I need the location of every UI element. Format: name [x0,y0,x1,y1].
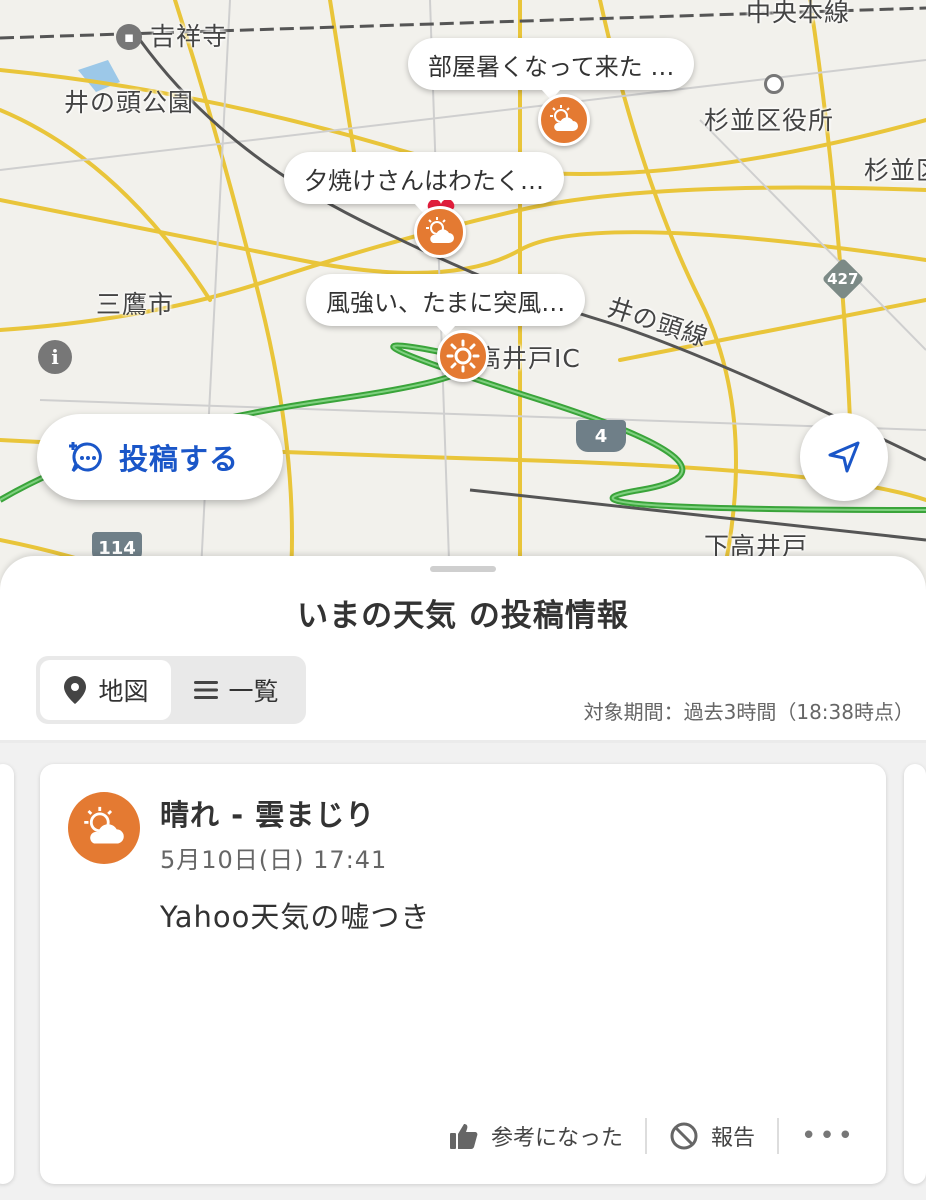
sun-cloud-icon [84,806,124,844]
weather-pin-sunny-cloudy[interactable] [538,94,590,146]
place-marker [764,74,784,94]
list-icon [194,681,219,699]
post-bubble-3[interactable]: 風強い、たまに突風… [306,274,586,326]
map-label-takaido-ic: 高井戸IC [476,344,581,373]
more-options-button[interactable]: ••• [801,1121,856,1151]
map-label-mitaka: 三鷹市 [96,290,175,319]
next-card-peek[interactable] [904,764,926,1184]
report-button[interactable]: 報告 [669,1120,755,1152]
action-separator [776,1118,779,1154]
current-location-button[interactable] [800,413,888,501]
tab-map[interactable]: 地図 [40,660,171,720]
map-label-chuo-line: 中央本線 [746,0,851,27]
sun-cloud-icon [550,105,578,131]
map-label-suginami: 杉並区 [864,156,926,185]
info-icon[interactable]: i [38,340,72,374]
weather-avatar [68,792,140,864]
map-pin-icon [64,676,87,704]
report-label: 報告 [710,1126,755,1151]
post-bubble-2[interactable]: 夕焼けさんはわたく… [284,152,564,204]
route-4-shield: 4 [576,420,626,452]
map-label-inokashira-park: 井の頭公園 [64,88,195,117]
post-button[interactable]: 投稿する [37,414,283,500]
post-actions: 参考になった 報告 ••• [449,1116,856,1156]
weather-pin-sunny[interactable] [437,330,489,382]
view-toggle: 地図 一覧 [36,656,306,724]
map-view[interactable]: ▪ 吉祥寺 井の頭公園 中央本線 杉並区役所 杉並区 427 三鷹市 i 井の頭… [0,0,926,590]
post-body: Yahoo天気の嘘つき [160,900,431,934]
weather-pin-sunny-cloudy-selected[interactable] [414,206,466,258]
helpful-button[interactable]: 参考になった [449,1120,623,1152]
post-timestamp: 5月10日(日) 17:41 [160,846,388,874]
train-station-icon: ▪ [116,24,142,50]
prev-card-peek[interactable] [0,764,14,1184]
thumbs-up-icon [449,1124,478,1149]
post-card[interactable]: 晴れ - 雲まじり 5月10日(日) 17:41 Yahoo天気の嘘つき 参考に… [40,764,886,1184]
sun-icon [446,339,480,373]
map-label-suginami-office: 杉並区役所 [704,106,835,135]
bottom-sheet: いまの天気 の投稿情報 地図 一覧 対象期間：過去3時間（18:38時点） 晴れ… [0,556,926,1200]
navigation-arrow-icon [828,441,860,473]
action-separator [644,1118,647,1154]
period-text: 対象期間：過去3時間（18:38時点） [583,700,914,724]
tab-list-label: 一覧 [228,677,279,706]
post-bubble-1[interactable]: 部屋暑くなって来た … [408,38,695,90]
helpful-label: 参考になった [490,1126,623,1151]
sheet-drag-handle[interactable] [430,566,496,572]
sun-cloud-icon [426,217,454,243]
tab-list[interactable]: 一覧 [171,660,302,720]
tab-map-label: 地図 [98,677,149,706]
weather-label: 晴れ - 雲まじり [160,798,376,832]
post-button-label: 投稿する [119,442,240,476]
sheet-title: いまの天気 の投稿情報 [297,598,629,634]
post-bubble-plus-icon [69,442,102,473]
map-label-kichijoji: 吉祥寺 [150,22,229,51]
prohibited-icon [670,1122,698,1150]
